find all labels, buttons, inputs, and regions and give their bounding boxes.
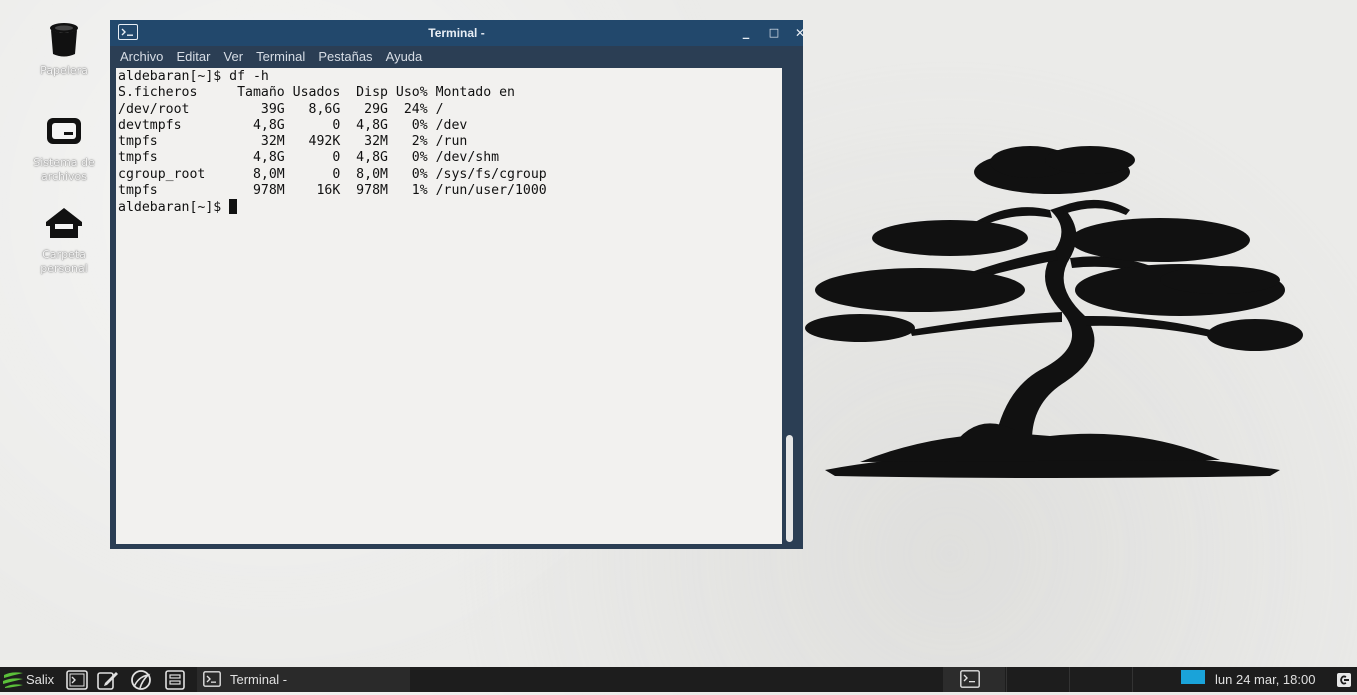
salix-logo-icon xyxy=(3,672,23,688)
launcher-browser[interactable] xyxy=(128,667,154,692)
desktop-icon-label: Papelera xyxy=(40,64,88,77)
workspace-divider xyxy=(1132,667,1133,692)
terminal-window[interactable]: Terminal - _ □ ✕ Archivo Editar Ver Term… xyxy=(110,20,805,549)
taskbar-task-label: Terminal - xyxy=(230,672,288,687)
bonsai-wallpaper-image xyxy=(805,146,1303,478)
logout-button[interactable] xyxy=(1336,667,1352,692)
salix-menu-button[interactable]: Salix xyxy=(2,667,60,692)
desktop-icon-trash[interactable]: Papelera xyxy=(22,20,106,78)
desktop-icon-label: Carpeta personal xyxy=(40,248,88,275)
terminal-output: aldebaran[~]$ df -h S.ficheros Tamaño Us… xyxy=(118,69,547,199)
drive-icon xyxy=(47,118,81,144)
salix-menu-label: Salix xyxy=(26,672,55,687)
menu-ver[interactable]: Ver xyxy=(220,46,248,67)
menu-editar[interactable]: Editar xyxy=(172,46,214,67)
text-cursor xyxy=(229,199,238,215)
maximize-icon: □ xyxy=(768,26,780,39)
terminal-area[interactable]: aldebaran[~]$ df -h S.ficheros Tamaño Us… xyxy=(116,68,782,544)
taskbar: Salix Terminal - lun 24 mar, 18:00 xyxy=(0,667,1357,692)
menu-archivo[interactable]: Archivo xyxy=(116,46,167,67)
launcher-file-manager[interactable] xyxy=(163,667,187,692)
window-title: Terminal - xyxy=(428,26,485,40)
window-titlebar[interactable]: Terminal - _ □ ✕ xyxy=(110,20,805,46)
desktop-icon-filesystem[interactable]: Sistema de archivos xyxy=(22,112,106,184)
text-editor-icon xyxy=(97,672,118,690)
desktop-icon-home[interactable]: Carpeta personal xyxy=(22,204,106,276)
workspace-1[interactable] xyxy=(943,667,1005,692)
browser-icon xyxy=(131,670,151,690)
active-workspace-indicator[interactable] xyxy=(1181,667,1205,692)
logout-icon xyxy=(1337,673,1351,687)
display-icon xyxy=(1181,670,1205,684)
menu-bar: Archivo Editar Ver Terminal Pestañas Ayu… xyxy=(116,46,797,67)
terminal-icon xyxy=(203,671,221,687)
minimize-button[interactable]: _ xyxy=(736,23,756,43)
menu-ayuda[interactable]: Ayuda xyxy=(382,46,427,67)
launcher-text-editor[interactable] xyxy=(96,667,120,692)
workspace-2[interactable] xyxy=(1007,667,1069,692)
desktop-icon-label: Sistema de archivos xyxy=(33,156,95,183)
clock[interactable]: lun 24 mar, 18:00 xyxy=(1215,667,1315,692)
scrollbar-thumb[interactable] xyxy=(786,435,793,542)
terminal-icon xyxy=(960,670,980,688)
close-button[interactable]: ✕ xyxy=(790,23,810,43)
file-manager-icon xyxy=(165,670,185,690)
home-icon xyxy=(46,208,82,238)
menu-terminal[interactable]: Terminal xyxy=(252,46,309,67)
launcher-terminal[interactable] xyxy=(66,667,88,692)
terminal-prompt: aldebaran[~]$ xyxy=(118,200,230,216)
taskbar-task-terminal[interactable]: Terminal - xyxy=(197,667,410,692)
close-icon: ✕ xyxy=(794,26,806,40)
maximize-button[interactable]: □ xyxy=(764,23,784,43)
trash-icon xyxy=(50,23,78,57)
terminal-icon xyxy=(66,670,88,690)
workspace-3[interactable] xyxy=(1070,667,1132,692)
menu-pestanas[interactable]: Pestañas xyxy=(314,46,376,67)
minimize-icon: _ xyxy=(742,25,750,40)
